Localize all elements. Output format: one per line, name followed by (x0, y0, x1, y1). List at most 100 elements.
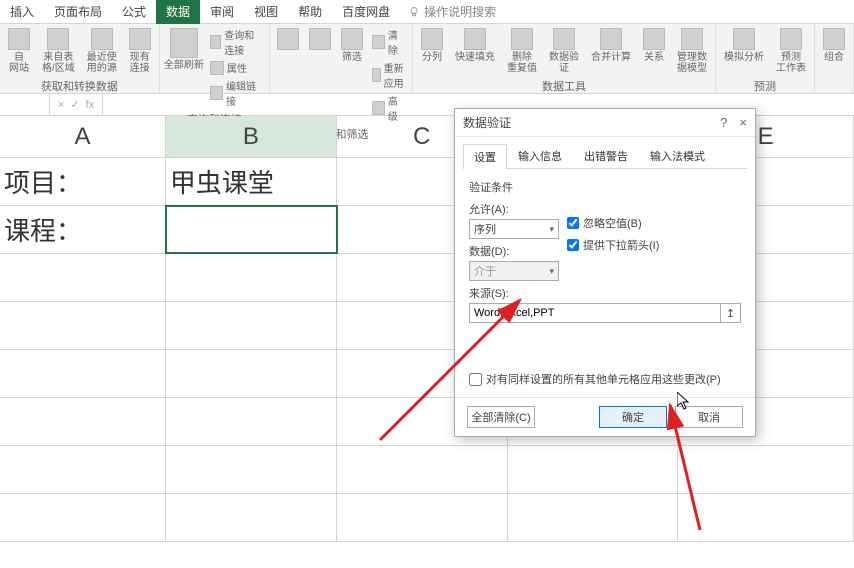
btn-relationships[interactable]: 关系 (639, 26, 669, 65)
btn-what-if[interactable]: 模拟分析 (720, 26, 768, 65)
range-selector-icon[interactable]: ↥ (720, 304, 740, 322)
source-input[interactable] (470, 307, 720, 319)
tab-baidu[interactable]: 百度网盘 (332, 0, 400, 24)
dropdown-checkbox[interactable]: 提供下拉箭头(I) (567, 237, 659, 253)
btn-recent-sources[interactable]: 最近使用的源 (83, 26, 121, 76)
apply-to-others-label: 对有同样设置的所有其他单元格应用这些更改(P) (486, 371, 721, 387)
cell-A3[interactable] (0, 254, 166, 301)
mini-clear[interactable]: 清除 (370, 26, 408, 58)
ignore-blank-input[interactable] (567, 217, 579, 229)
cell-B6[interactable] (166, 398, 337, 445)
ignore-blank-checkbox[interactable]: 忽略空值(B) (567, 215, 659, 231)
btn-from-web[interactable]: 自网站 (4, 26, 34, 76)
cell-B4[interactable] (166, 302, 337, 349)
cell-A8[interactable] (0, 494, 166, 541)
source-input-wrap: ↥ (469, 303, 741, 323)
queries-icon (210, 35, 221, 49)
cell-C8[interactable] (337, 494, 508, 541)
ok-button[interactable]: 确定 (599, 406, 667, 428)
allow-select[interactable]: 序列 ▾ (469, 219, 559, 239)
reapply-icon (372, 68, 381, 82)
btn-forecast-sheet[interactable]: 预测工作表 (772, 26, 810, 76)
col-header-B[interactable]: B (166, 116, 337, 157)
dialog-tab-input-message[interactable]: 输入信息 (507, 143, 573, 168)
text-to-columns-icon (421, 28, 443, 50)
btn-filter[interactable]: 筛选 (338, 26, 366, 65)
data-select[interactable]: 介于 ▾ (469, 261, 559, 281)
cell-A2[interactable]: 课程： (0, 206, 166, 253)
btn-text-to-columns[interactable]: 分列 (417, 26, 447, 65)
cell-A7[interactable] (0, 446, 166, 493)
btn-refresh-all[interactable]: 全部刷新 (164, 26, 204, 73)
dialog-tab-ime-mode[interactable]: 输入法模式 (639, 143, 716, 168)
btn-from-table[interactable]: 来自表格/区域 (38, 26, 79, 76)
cell-B7[interactable] (166, 446, 337, 493)
dialog-tab-error-alert[interactable]: 出错警告 (573, 143, 639, 168)
btn-remove-duplicates[interactable]: 删除重复值 (503, 26, 541, 76)
tab-review[interactable]: 审阅 (200, 0, 244, 24)
mini-queries-connections[interactable]: 查询和连接 (208, 26, 265, 58)
name-box[interactable] (0, 94, 50, 115)
close-icon[interactable]: × (739, 115, 747, 130)
cell-B2[interactable] (166, 206, 337, 253)
filter-icon (341, 28, 363, 50)
dialog-titlebar[interactable]: 数据验证 ? × (455, 109, 755, 137)
enter-formula-icon[interactable]: ✓ (70, 98, 79, 111)
cell-E8[interactable] (678, 494, 854, 541)
apply-to-others-input[interactable] (469, 373, 482, 386)
sort-asc-icon (277, 28, 299, 50)
cell-A4[interactable] (0, 302, 166, 349)
ribbon-group-data-tools: 分列 快速填充 删除重复值 数据验证 合并计算 关系 管理数据模型 数据工具 (413, 24, 716, 93)
mini-edit-links[interactable]: 编辑链接 (208, 77, 265, 109)
ribbon-group-forecast: 模拟分析 预测工作表 预测 (716, 24, 815, 93)
consolidate-icon (600, 28, 622, 50)
tell-me-search[interactable]: 操作说明搜索 (408, 3, 496, 20)
cancel-formula-icon[interactable]: × (58, 99, 64, 111)
cell-D8[interactable] (508, 494, 679, 541)
fx-icon[interactable]: fx (86, 99, 95, 111)
btn-sort-custom[interactable] (306, 26, 334, 54)
allow-label: 允许(A): (469, 201, 559, 217)
tell-me-label: 操作说明搜索 (424, 3, 496, 20)
btn-consolidate[interactable]: 合并计算 (587, 26, 635, 65)
sort-icon (309, 28, 331, 50)
apply-to-others-checkbox[interactable]: 对有同样设置的所有其他单元格应用这些更改(P) (469, 371, 741, 387)
ribbon: 自网站 来自表格/区域 最近使用的源 现有连接 获取和转换数据 全部刷新 查询和… (0, 24, 854, 94)
cell-A1[interactable]: 项目： (0, 158, 166, 205)
cell-C7[interactable] (337, 446, 508, 493)
btn-flash-fill[interactable]: 快速填充 (451, 26, 499, 65)
tab-page-layout[interactable]: 页面布局 (44, 0, 112, 24)
ribbon-group-get-data: 自网站 来自表格/区域 最近使用的源 现有连接 获取和转换数据 (0, 24, 160, 93)
dialog-tab-settings[interactable]: 设置 (463, 144, 507, 169)
data-model-icon (681, 28, 703, 50)
tab-formulas[interactable]: 公式 (112, 0, 156, 24)
cell-E7[interactable] (678, 446, 854, 493)
tab-data[interactable]: 数据 (156, 0, 200, 24)
cell-B5[interactable] (166, 350, 337, 397)
col-header-A[interactable]: A (0, 116, 166, 157)
mini-properties[interactable]: 属性 (208, 59, 265, 76)
btn-sort-asc[interactable] (274, 26, 302, 54)
tab-help[interactable]: 帮助 (288, 0, 332, 24)
clear-all-button[interactable]: 全部清除(C) (467, 406, 535, 428)
source-label: 来源(S): (469, 285, 741, 301)
dropdown-input[interactable] (567, 239, 579, 251)
cell-B8[interactable] (166, 494, 337, 541)
recent-icon (91, 28, 113, 50)
tab-view[interactable]: 视图 (244, 0, 288, 24)
data-validation-dialog: 数据验证 ? × 设置 输入信息 出错警告 输入法模式 验证条件 允许(A): … (454, 108, 756, 437)
btn-data-validation[interactable]: 数据验证 (545, 26, 583, 76)
cell-A6[interactable] (0, 398, 166, 445)
btn-existing-connections[interactable]: 现有连接 (125, 26, 155, 76)
mini-reapply[interactable]: 重新应用 (370, 59, 408, 91)
help-icon[interactable]: ? (720, 115, 727, 130)
cancel-button[interactable]: 取消 (675, 406, 743, 428)
btn-manage-data-model[interactable]: 管理数据模型 (673, 26, 711, 76)
cell-A5[interactable] (0, 350, 166, 397)
btn-group[interactable]: 组合 (819, 26, 849, 65)
cell-B1[interactable]: 甲虫课堂 (166, 158, 337, 205)
chevron-down-icon: ▾ (549, 224, 554, 235)
tab-insert[interactable]: 插入 (0, 0, 44, 24)
cell-B3[interactable] (166, 254, 337, 301)
cell-D7[interactable] (508, 446, 679, 493)
